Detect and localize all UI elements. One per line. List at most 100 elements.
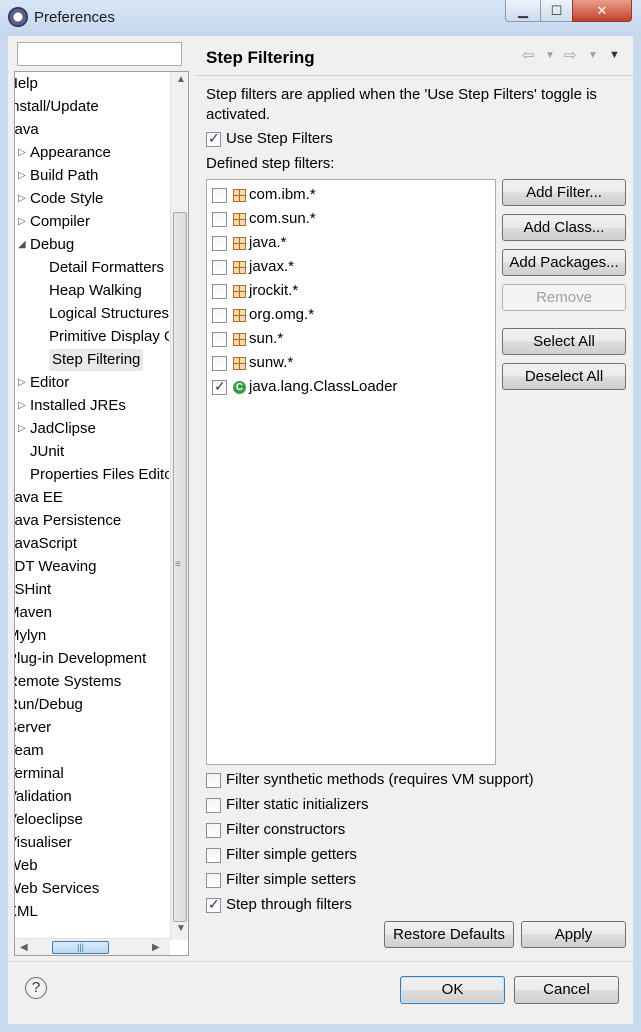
tree-item[interactable]: ▷ Installed JREs [15, 395, 169, 417]
maximize-button[interactable]: ☐ [540, 0, 573, 22]
tree-item[interactable]: Detail Formatters [15, 257, 169, 279]
collapsed-arrow-icon[interactable]: ▷ [18, 211, 26, 233]
tree-item[interactable]: Visualiser [15, 832, 169, 854]
tree-item[interactable]: JSHint [15, 579, 169, 601]
cancel-button[interactable]: Cancel [514, 976, 619, 1004]
tree-item[interactable]: ▷ Editor [15, 372, 169, 394]
option-checkbox[interactable] [206, 823, 221, 838]
close-button[interactable]: ✕ [572, 0, 632, 22]
tree-item[interactable]: Terminal [15, 763, 169, 785]
filter-row[interactable]: java.* [207, 232, 495, 256]
tree-item[interactable]: Java Persistence [15, 510, 169, 532]
filter-checkbox[interactable] [212, 356, 227, 371]
option-checkbox[interactable] [206, 873, 221, 888]
tree-item[interactable]: Help [15, 73, 169, 95]
collapsed-arrow-icon[interactable]: ▷ [18, 418, 26, 440]
tree-item[interactable]: XML [15, 901, 169, 923]
tree-item[interactable]: ▷ Build Path [15, 165, 169, 187]
collapsed-arrow-icon[interactable]: ▷ [18, 142, 26, 164]
select-all-button[interactable]: Select All [502, 328, 626, 355]
tree-item[interactable]: Remote Systems [15, 671, 169, 693]
filter-row[interactable]: sun.* [207, 328, 495, 352]
tree-item[interactable]: ▷ JadClipse [15, 418, 169, 440]
scroll-down-icon[interactable]: ▼ [176, 923, 186, 934]
tree-item[interactable]: Run/Debug [15, 694, 169, 716]
tree-item[interactable]: Heap Walking [15, 280, 169, 302]
apply-button[interactable]: Apply [521, 921, 626, 948]
add-packages-button[interactable]: Add Packages... [502, 249, 626, 276]
tree-item[interactable]: Mylyn [15, 625, 169, 647]
scroll-up-icon[interactable]: ▲ [176, 74, 186, 85]
tree-item[interactable]: Install/Update [15, 96, 169, 118]
view-menu-icon[interactable]: ▼ [609, 49, 620, 61]
title-bar: Preferences ▁ ☐ ✕ [0, 0, 641, 36]
tree-item[interactable]: Web Services [15, 878, 169, 900]
tree-item[interactable]: ▷ Code Style [15, 188, 169, 210]
tree-item[interactable]: Veloeclipse [15, 809, 169, 831]
tree-item[interactable]: Server [15, 717, 169, 739]
add-class-button[interactable]: Add Class... [502, 214, 626, 241]
remove-button[interactable]: Remove [502, 284, 626, 311]
filter-checkbox[interactable] [212, 212, 227, 227]
ok-button[interactable]: OK [400, 976, 505, 1004]
tree-item[interactable]: Maven [15, 602, 169, 624]
back-menu-icon[interactable]: ▼ [545, 50, 555, 61]
tree-item[interactable]: ▷ Compiler [15, 211, 169, 233]
filter-row[interactable]: com.sun.* [207, 208, 495, 232]
tree-item[interactable]: Plug-in Development [15, 648, 169, 670]
tree-item[interactable]: JavaScript [15, 533, 169, 555]
filter-checkbox[interactable] [212, 188, 227, 203]
filter-row[interactable]: javax.* [207, 256, 495, 280]
collapsed-arrow-icon[interactable]: ▷ [18, 395, 26, 417]
restore-defaults-button[interactable]: Restore Defaults [384, 921, 514, 948]
help-icon[interactable]: ? [25, 977, 47, 999]
tree-item[interactable]: ◢ Debug [15, 234, 169, 256]
back-icon[interactable]: ⇦ [522, 46, 535, 64]
filter-input[interactable] [17, 42, 182, 66]
filter-row[interactable]: sunw.* [207, 352, 495, 376]
filter-row[interactable]: Cjava.lang.ClassLoader [207, 376, 495, 400]
deselect-all-button[interactable]: Deselect All [502, 363, 626, 390]
collapsed-arrow-icon[interactable]: ▷ [18, 372, 26, 394]
tree-item[interactable]: Step Filtering [15, 349, 169, 371]
collapsed-arrow-icon[interactable]: ▷ [18, 165, 26, 187]
option-checkbox[interactable] [206, 773, 221, 788]
tree-item[interactable]: JUnit [15, 441, 169, 463]
filter-checkbox[interactable] [212, 378, 227, 395]
filter-checkbox[interactable] [212, 332, 227, 347]
tree-item[interactable]: ▷ Appearance [15, 142, 169, 164]
filter-row[interactable]: com.ibm.* [207, 184, 495, 208]
option-checkbox[interactable] [206, 798, 221, 813]
scroll-left-icon[interactable]: ◀ [20, 942, 28, 953]
horizontal-scrollbar[interactable]: ◀ ||| ▶ [15, 938, 170, 955]
use-step-filters-checkbox[interactable] [206, 130, 221, 147]
scroll-right-icon[interactable]: ▶ [152, 942, 160, 953]
tree-item[interactable]: Primitive Display Options [15, 326, 169, 348]
tree-item[interactable]: Validation [15, 786, 169, 808]
tree-item[interactable]: Web [15, 855, 169, 877]
tree-item[interactable]: Java EE [15, 487, 169, 509]
filter-row[interactable]: org.omg.* [207, 304, 495, 328]
horizontal-scroll-thumb[interactable]: ||| [52, 941, 109, 954]
filter-checkbox[interactable] [212, 284, 227, 299]
minimize-button[interactable]: ▁ [505, 0, 541, 22]
vertical-scrollbar[interactable]: ▲ ≡ ▼ [170, 72, 188, 940]
option-checkbox[interactable] [206, 848, 221, 863]
expanded-arrow-icon[interactable]: ◢ [18, 234, 26, 256]
add-filter-button[interactable]: Add Filter... [502, 179, 626, 206]
filter-checkbox[interactable] [212, 308, 227, 323]
tree-item[interactable]: Team [15, 740, 169, 762]
tree-item[interactable]: Properties Files Editor [15, 464, 169, 486]
collapsed-arrow-icon[interactable]: ▷ [18, 188, 26, 210]
vertical-scroll-thumb[interactable]: ≡ [173, 212, 187, 922]
option-checkbox[interactable] [206, 896, 221, 913]
filter-checkbox[interactable] [212, 236, 227, 251]
tree-item[interactable]: JDT Weaving [15, 556, 169, 578]
filter-checkbox[interactable] [212, 260, 227, 275]
forward-icon[interactable]: ⇨ [564, 46, 577, 64]
filter-row[interactable]: jrockit.* [207, 280, 495, 304]
forward-menu-icon[interactable]: ▼ [588, 50, 598, 61]
package-icon [233, 213, 246, 226]
tree-item[interactable]: Logical Structures [15, 303, 169, 325]
tree-item[interactable]: Java [15, 119, 169, 141]
